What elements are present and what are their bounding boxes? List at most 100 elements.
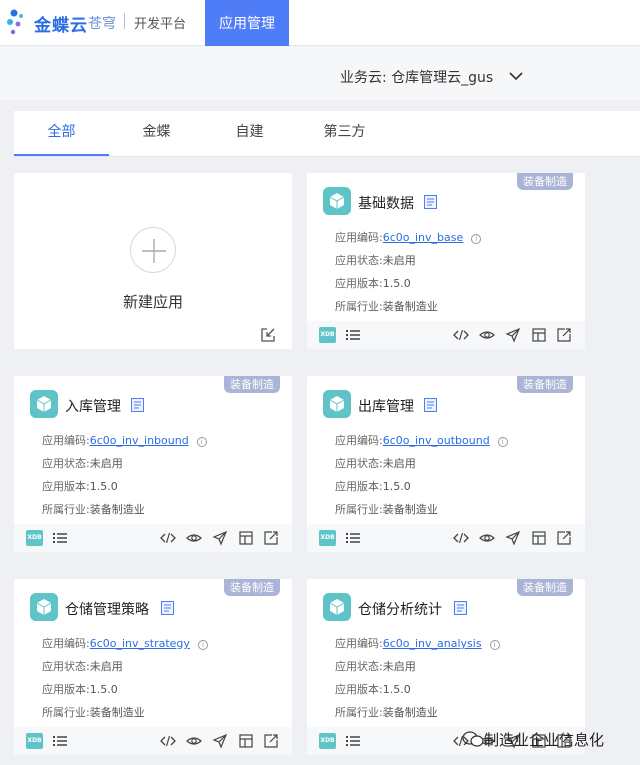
eye-icon[interactable] <box>186 530 202 546</box>
list-icon[interactable] <box>52 733 68 749</box>
app-industry-row: 所属行业:装备制造业 <box>42 704 145 720</box>
new-app-card[interactable]: 新建应用 <box>14 173 292 349</box>
tab-all[interactable]: 全部 <box>14 111 109 157</box>
chevron-down-icon[interactable] <box>508 70 524 82</box>
app-cube-icon <box>323 593 351 621</box>
open-external-icon[interactable] <box>263 733 279 749</box>
app-card[interactable]: 装备制造 入库管理 应用编码:6c0o_inv_inbound i 应用状态:未启… <box>14 376 292 552</box>
document-icon[interactable] <box>424 195 437 209</box>
info-icon[interactable]: i <box>497 437 508 447</box>
app-status-row: 应用状态:未启用 <box>42 658 123 674</box>
tab-self-built[interactable]: 自建 <box>202 111 297 157</box>
app-industry-row: 所属行业:装备制造业 <box>335 501 438 517</box>
tab-third-party[interactable]: 第三方 <box>297 111 392 157</box>
card-footer: XDB <box>307 321 585 349</box>
app-version-label: 应用版本: <box>42 480 90 493</box>
app-status-label: 应用状态: <box>42 457 90 470</box>
list-icon[interactable] <box>52 530 68 546</box>
app-industry-value: 装备制造业 <box>382 706 438 719</box>
code-icon[interactable] <box>160 733 176 749</box>
document-icon[interactable] <box>161 601 174 615</box>
xdb-badge-icon: XDB <box>319 327 336 343</box>
document-icon[interactable] <box>424 398 437 412</box>
business-cloud-label: 业务云: <box>340 70 387 86</box>
app-code-label: 应用编码: <box>42 434 90 447</box>
app-version-value: 1.5.0 <box>382 277 411 290</box>
app-industry-row: 所属行业:装备制造业 <box>335 704 438 720</box>
app-name[interactable]: 仓储管理策略 <box>65 599 149 619</box>
industry-badge: 装备制造 <box>517 579 573 596</box>
app-name[interactable]: 出库管理 <box>358 396 414 416</box>
info-icon[interactable]: i <box>489 640 500 650</box>
app-industry-row: 所属行业:装备制造业 <box>335 298 438 314</box>
plus-icon[interactable] <box>130 227 176 273</box>
watermark-text: 制造业企业信息化 <box>484 730 605 749</box>
app-status-label: 应用状态: <box>335 457 383 470</box>
code-icon[interactable] <box>453 530 469 546</box>
app-card[interactable]: 装备制造 出库管理 应用编码:6c0o_inv_outbound i 应用状态:未… <box>307 376 585 552</box>
card-footer: XDB <box>14 727 292 755</box>
open-external-icon[interactable] <box>263 530 279 546</box>
app-status-row: 应用状态:未启用 <box>42 455 123 471</box>
send-icon[interactable] <box>212 733 228 749</box>
app-card[interactable]: 装备制造 仓储管理策略 应用编码:6c0o_inv_strategy i 应用状态… <box>14 579 292 755</box>
app-code-row: 应用编码:6c0o_inv_strategy i <box>42 635 208 651</box>
eye-icon[interactable] <box>479 530 495 546</box>
layout-icon[interactable] <box>531 530 547 546</box>
eye-icon[interactable] <box>479 327 495 343</box>
send-icon[interactable] <box>212 530 228 546</box>
app-industry-value: 装备制造业 <box>382 300 438 313</box>
app-cube-icon <box>323 390 351 418</box>
app-code-link[interactable]: 6c0o_inv_outbound <box>383 434 490 447</box>
app-code-link[interactable]: 6c0o_inv_analysis <box>383 637 482 650</box>
app-industry-value: 装备制造业 <box>382 503 438 516</box>
list-icon[interactable] <box>345 327 361 343</box>
app-industry-label: 所属行业: <box>42 503 90 516</box>
app-version-row: 应用版本:1.5.0 <box>335 681 411 697</box>
app-name[interactable]: 仓储分析统计 <box>358 599 442 619</box>
code-icon[interactable] <box>160 530 176 546</box>
app-version-value: 1.5.0 <box>89 683 118 696</box>
layout-icon[interactable] <box>238 530 254 546</box>
document-icon[interactable] <box>131 398 144 412</box>
app-version-value: 1.5.0 <box>89 480 118 493</box>
app-code-link[interactable]: 6c0o_inv_strategy <box>90 637 190 650</box>
send-icon[interactable] <box>505 530 521 546</box>
app-code-link[interactable]: 6c0o_inv_base <box>383 231 464 244</box>
app-status-value: 未启用 <box>89 660 123 673</box>
send-icon[interactable] <box>505 327 521 343</box>
eye-icon[interactable] <box>186 733 202 749</box>
nav-app-management[interactable]: 应用管理 <box>205 0 289 46</box>
app-name[interactable]: 入库管理 <box>65 396 121 416</box>
tab-kingdee[interactable]: 金蝶 <box>109 111 204 157</box>
info-icon[interactable]: i <box>196 437 207 447</box>
app-version-value: 1.5.0 <box>382 480 411 493</box>
layout-icon[interactable] <box>531 327 547 343</box>
card-footer: XDB <box>307 524 585 552</box>
app-status-value: 未启用 <box>382 660 416 673</box>
info-icon[interactable]: i <box>471 234 482 244</box>
new-app-label: 新建应用 <box>122 293 183 311</box>
app-name[interactable]: 基础数据 <box>358 193 414 213</box>
list-icon[interactable] <box>345 733 361 749</box>
code-icon[interactable] <box>453 327 469 343</box>
business-cloud-selector[interactable]: 业务云: 仓库管理云_gus <box>340 67 493 87</box>
app-code-label: 应用编码: <box>335 434 383 447</box>
list-icon[interactable] <box>345 530 361 546</box>
subheader <box>0 47 640 100</box>
wechat-icon <box>462 731 484 747</box>
layout-icon[interactable] <box>238 733 254 749</box>
app-version-row: 应用版本:1.5.0 <box>42 681 118 697</box>
app-card[interactable]: 装备制造 基础数据 应用编码:6c0o_inv_base i 应用状态:未启用 应… <box>307 173 585 349</box>
open-external-icon[interactable] <box>556 327 572 343</box>
xdb-badge-icon: XDB <box>26 733 43 749</box>
app-industry-label: 所属行业: <box>335 503 383 516</box>
document-icon[interactable] <box>454 601 467 615</box>
info-icon[interactable]: i <box>197 640 208 650</box>
app-status-row: 应用状态:未启用 <box>335 252 416 268</box>
open-external-icon[interactable] <box>556 530 572 546</box>
app-code-link[interactable]: 6c0o_inv_inbound <box>90 434 189 447</box>
app-status-label: 应用状态: <box>335 254 383 267</box>
import-icon[interactable] <box>260 327 276 343</box>
app-status-value: 未启用 <box>89 457 123 470</box>
